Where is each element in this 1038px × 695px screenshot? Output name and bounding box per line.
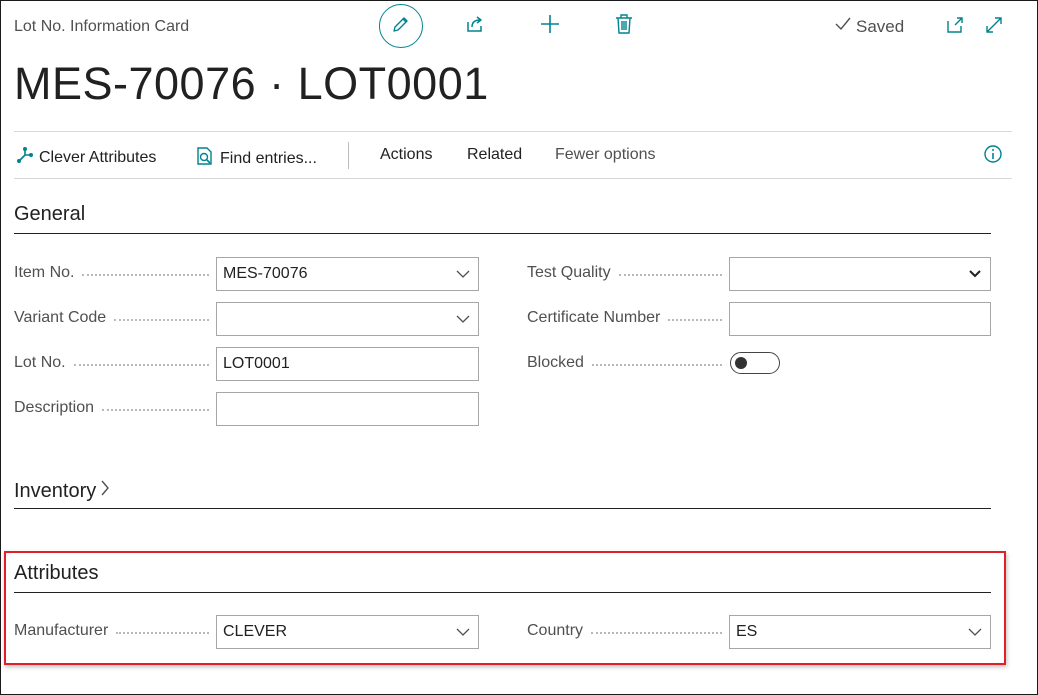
inventory-section-heading[interactable]: Inventory: [14, 478, 111, 504]
lot-no-label: Lot No.: [14, 354, 209, 372]
chevron-down-icon[interactable]: [448, 314, 478, 324]
actions-menu[interactable]: Actions: [380, 146, 432, 164]
chevron-down-icon[interactable]: [960, 269, 990, 279]
chevron-down-icon[interactable]: [448, 269, 478, 279]
inventory-section-divider: [14, 508, 991, 509]
manufacturer-value: CLEVER: [223, 623, 288, 640]
attributes-section-heading[interactable]: Attributes: [14, 562, 98, 585]
new-button[interactable]: [538, 14, 562, 38]
expand-button[interactable]: [982, 15, 1006, 39]
lot-no-field[interactable]: LOT0001: [216, 347, 479, 381]
info-icon: [983, 144, 1003, 169]
expand-icon: [984, 15, 1004, 40]
saved-label: Saved: [856, 16, 905, 36]
country-label: Country: [527, 622, 722, 640]
find-entries-action[interactable]: Find entries...: [195, 146, 317, 171]
general-section-divider: [14, 233, 991, 234]
add-icon: [539, 13, 561, 40]
find-entries-icon: [195, 146, 215, 171]
certificate-number-label: Certificate Number: [527, 309, 722, 327]
attributes-section-divider: [14, 592, 991, 593]
saved-status: Saved: [834, 16, 904, 37]
toolbar-separator: [348, 142, 349, 169]
general-section-heading[interactable]: General: [14, 203, 85, 226]
variant-code-field[interactable]: [216, 302, 479, 336]
edit-button[interactable]: [379, 4, 423, 48]
lot-no-value: LOT0001: [223, 355, 290, 372]
test-quality-label: Test Quality: [527, 264, 722, 282]
certificate-number-field[interactable]: [729, 302, 991, 336]
inventory-heading-label: Inventory: [14, 479, 97, 502]
toolbar-bottom-divider: [14, 178, 1012, 179]
chevron-right-icon: [99, 478, 111, 504]
open-new-window-button[interactable]: [943, 15, 967, 39]
open-new-window-icon: [945, 15, 965, 40]
manufacturer-label: Manufacturer: [14, 622, 209, 640]
item-no-field[interactable]: MES-70076: [216, 257, 479, 291]
country-value: ES: [736, 623, 758, 640]
check-icon: [834, 16, 852, 37]
clever-attributes-icon: [16, 146, 34, 169]
description-label: Description: [14, 399, 209, 417]
fewer-options-button[interactable]: Fewer options: [555, 146, 656, 164]
chevron-down-icon[interactable]: [448, 627, 478, 637]
delete-button[interactable]: [612, 13, 636, 40]
item-no-value: MES-70076: [223, 265, 308, 282]
related-menu[interactable]: Related: [467, 146, 522, 164]
edit-icon: [391, 14, 411, 39]
find-entries-label: Find entries...: [220, 149, 317, 167]
clever-attributes-action[interactable]: Clever Attributes: [16, 146, 156, 169]
share-button[interactable]: [463, 14, 487, 38]
blocked-label: Blocked: [527, 354, 722, 372]
page-type-label: Lot No. Information Card: [14, 18, 190, 35]
manufacturer-field[interactable]: CLEVER: [216, 615, 479, 649]
chevron-down-icon[interactable]: [960, 627, 990, 637]
delete-icon: [614, 13, 634, 40]
toolbar-top-divider: [14, 131, 1012, 132]
description-field[interactable]: [216, 392, 479, 426]
toggle-knob: [735, 357, 747, 369]
item-no-label: Item No.: [14, 264, 209, 282]
variant-code-label: Variant Code: [14, 309, 209, 327]
blocked-toggle[interactable]: [730, 352, 780, 374]
page-title: MES-70076 · LOT0001: [14, 58, 489, 109]
clever-attributes-label: Clever Attributes: [39, 148, 157, 166]
share-icon: [464, 13, 486, 40]
info-button[interactable]: [981, 144, 1005, 168]
country-field[interactable]: ES: [729, 615, 991, 649]
test-quality-select[interactable]: [729, 257, 991, 291]
